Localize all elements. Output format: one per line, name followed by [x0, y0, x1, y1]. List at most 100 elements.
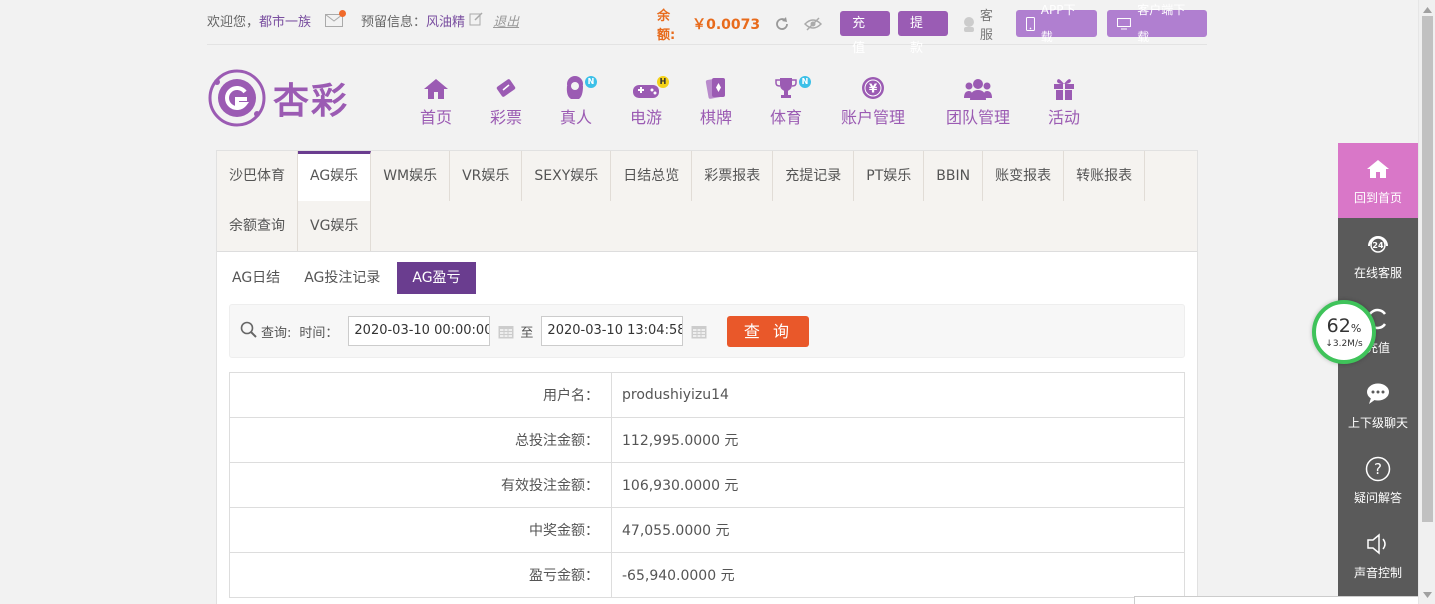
- nav-lottery[interactable]: 彩票: [467, 72, 545, 128]
- query-label: 查询:: [261, 325, 292, 341]
- reserved-label: 预留信息：: [361, 15, 427, 30]
- scroll-down-arrow-icon[interactable]: [1423, 587, 1432, 602]
- tab-vr[interactable]: VR娱乐: [450, 151, 523, 201]
- result-table: 用户名： produshiyizu14 总投注金额： 112,995.0000 元 …: [229, 372, 1185, 598]
- sidebar-label: 疑问解答: [1353, 491, 1402, 505]
- calendar-icon[interactable]: [691, 324, 707, 339]
- end-date-input[interactable]: 2020-03-10 13:04:58: [541, 316, 684, 346]
- page-scrollbar[interactable]: [1418, 0, 1435, 604]
- hide-eye-icon[interactable]: [804, 16, 823, 31]
- sidebar-label: 在线客服: [1353, 266, 1402, 280]
- sidebar-item-sound[interactable]: 声音控制: [1338, 518, 1418, 593]
- app-download-button[interactable]: APP下载: [1015, 3, 1098, 44]
- nav-sports[interactable]: N 体育: [747, 72, 825, 128]
- row-key: 盈亏金额：: [229, 552, 612, 598]
- tab-pt[interactable]: PT娱乐: [854, 151, 925, 201]
- new-badge: N: [585, 76, 597, 88]
- phone-icon: [1025, 16, 1035, 31]
- svg-text:¥: ¥: [869, 82, 878, 96]
- logo-emblem-icon: [208, 69, 266, 127]
- network-speed-widget[interactable]: 62% ↓3.2M/s: [1312, 300, 1376, 364]
- subtab-ag-bets[interactable]: AG投注记录: [297, 262, 387, 294]
- tab-shaba-sports[interactable]: 沙巴体育: [217, 151, 298, 201]
- app-download-label: APP下载: [1040, 2, 1076, 44]
- nav-live[interactable]: N 真人: [545, 72, 607, 128]
- logo-text: 杏彩: [273, 80, 350, 122]
- query-button[interactable]: 查 询: [727, 315, 810, 347]
- mail-icon[interactable]: [325, 10, 347, 27]
- deposit-button[interactable]: 充值: [840, 11, 891, 56]
- logout-link[interactable]: 退出: [493, 11, 519, 30]
- main-nav: 首页 彩票 N 真人 H 电游 棋牌 N 体育 ¥ 账户管理 团队管理 活动: [405, 72, 1093, 128]
- tab-vg[interactable]: VG娱乐: [298, 201, 372, 251]
- balance-label: 余额:: [657, 8, 676, 43]
- tab-account-change[interactable]: 账变报表: [983, 151, 1065, 201]
- refresh-icon[interactable]: [774, 16, 790, 32]
- nav-label: 团队管理: [945, 108, 1010, 127]
- service-avatar-icon: [963, 16, 974, 32]
- sidebar-label: 上下级聊天: [1347, 416, 1408, 430]
- right-sidebar: 回到首页 24 在线客服 充值 上下级聊天 ? 疑问解答 声音控制: [1338, 143, 1418, 604]
- row-key: 用户名：: [229, 372, 612, 418]
- nav-egame[interactable]: H 电游: [607, 72, 685, 128]
- table-row: 有效投注金额： 106,930.0000 元: [229, 462, 1185, 508]
- client-download-button[interactable]: 客户端下载: [1107, 3, 1208, 44]
- monitor-icon: [1117, 17, 1132, 29]
- tab-daily-overview[interactable]: 日结总览: [611, 151, 693, 201]
- subtab-ag-daily[interactable]: AG日结: [225, 262, 287, 294]
- report-tabs: 沙巴体育 AG娱乐 WM娱乐 VR娱乐 SEXY娱乐 日结总览 彩票报表 充提记…: [217, 151, 1197, 252]
- welcome-text: 欢迎您，: [207, 15, 260, 30]
- scrollbar-thumb[interactable]: [1422, 16, 1433, 522]
- service-link[interactable]: 客服: [962, 5, 1006, 43]
- tab-transfer-report[interactable]: 转账报表: [1064, 151, 1146, 201]
- edit-icon[interactable]: [469, 11, 483, 30]
- tab-wm[interactable]: WM娱乐: [371, 151, 451, 201]
- svg-text:?: ?: [1374, 460, 1382, 478]
- nav-account[interactable]: ¥ 账户管理: [825, 72, 921, 128]
- nav-label: 体育: [769, 108, 802, 127]
- hot-badge: H: [657, 76, 669, 88]
- sidebar-item-faq[interactable]: ? 疑问解答: [1338, 443, 1418, 518]
- tab-balance-query[interactable]: 余额查询: [217, 201, 298, 251]
- search-icon: [240, 321, 257, 342]
- gift-icon: [1053, 72, 1075, 100]
- site-logo[interactable]: 杏彩: [207, 68, 349, 128]
- start-date-input[interactable]: 2020-03-10 00:00:00: [348, 316, 491, 346]
- sidebar-label: 声音控制: [1353, 566, 1402, 580]
- nav-label: 棋牌: [699, 108, 732, 127]
- question-icon: ?: [1365, 455, 1391, 483]
- nav-team[interactable]: 团队管理: [921, 72, 1035, 128]
- tab-bbin[interactable]: BBIN: [924, 151, 984, 201]
- subtab-ag-profit-loss[interactable]: AG盈亏: [397, 262, 476, 294]
- chat-icon: [1365, 380, 1391, 408]
- row-key: 有效投注金额：: [229, 462, 612, 508]
- table-row: 中奖金额： 47,055.0000 元: [229, 507, 1185, 553]
- query-bar: 查询: 时间： 2020-03-10 00:00:00 至 2020-03-10…: [229, 304, 1185, 358]
- calendar-icon[interactable]: [498, 324, 514, 339]
- bottom-popup-edge: [1134, 596, 1418, 604]
- tab-sexy[interactable]: SEXY娱乐: [522, 151, 612, 201]
- home-icon: [1366, 155, 1390, 183]
- nav-label: 活动: [1047, 108, 1080, 127]
- nav-home[interactable]: 首页: [405, 72, 467, 128]
- tab-ag[interactable]: AG娱乐: [298, 151, 372, 201]
- tab-lottery-report[interactable]: 彩票报表: [692, 151, 774, 201]
- nav-activity[interactable]: 活动: [1035, 72, 1093, 128]
- sidebar-item-chat[interactable]: 上下级聊天: [1338, 368, 1418, 443]
- sidebar-item-online-service[interactable]: 24 在线客服: [1338, 218, 1418, 293]
- nav-chess[interactable]: 棋牌: [685, 72, 747, 128]
- withdraw-button[interactable]: 提款: [898, 11, 948, 56]
- row-key: 总投注金额：: [229, 417, 612, 463]
- username-link[interactable]: 都市一族: [259, 11, 311, 30]
- gamepad-icon: [632, 72, 660, 100]
- tab-deposit-withdraw[interactable]: 充提记录: [773, 151, 855, 201]
- nav-label: 首页: [419, 108, 452, 127]
- nav-label: 彩票: [489, 108, 522, 127]
- ticket-icon: [494, 72, 518, 100]
- nav-label: 电游: [629, 108, 662, 127]
- sidebar-item-home[interactable]: 回到首页: [1338, 143, 1418, 218]
- report-panel: 沙巴体育 AG娱乐 WM娱乐 VR娱乐 SEXY娱乐 日结总览 彩票报表 充提记…: [216, 150, 1198, 604]
- service-label: 客服: [979, 8, 993, 43]
- nav-label: 真人: [559, 108, 592, 127]
- scroll-up-arrow-icon[interactable]: [1423, 2, 1432, 17]
